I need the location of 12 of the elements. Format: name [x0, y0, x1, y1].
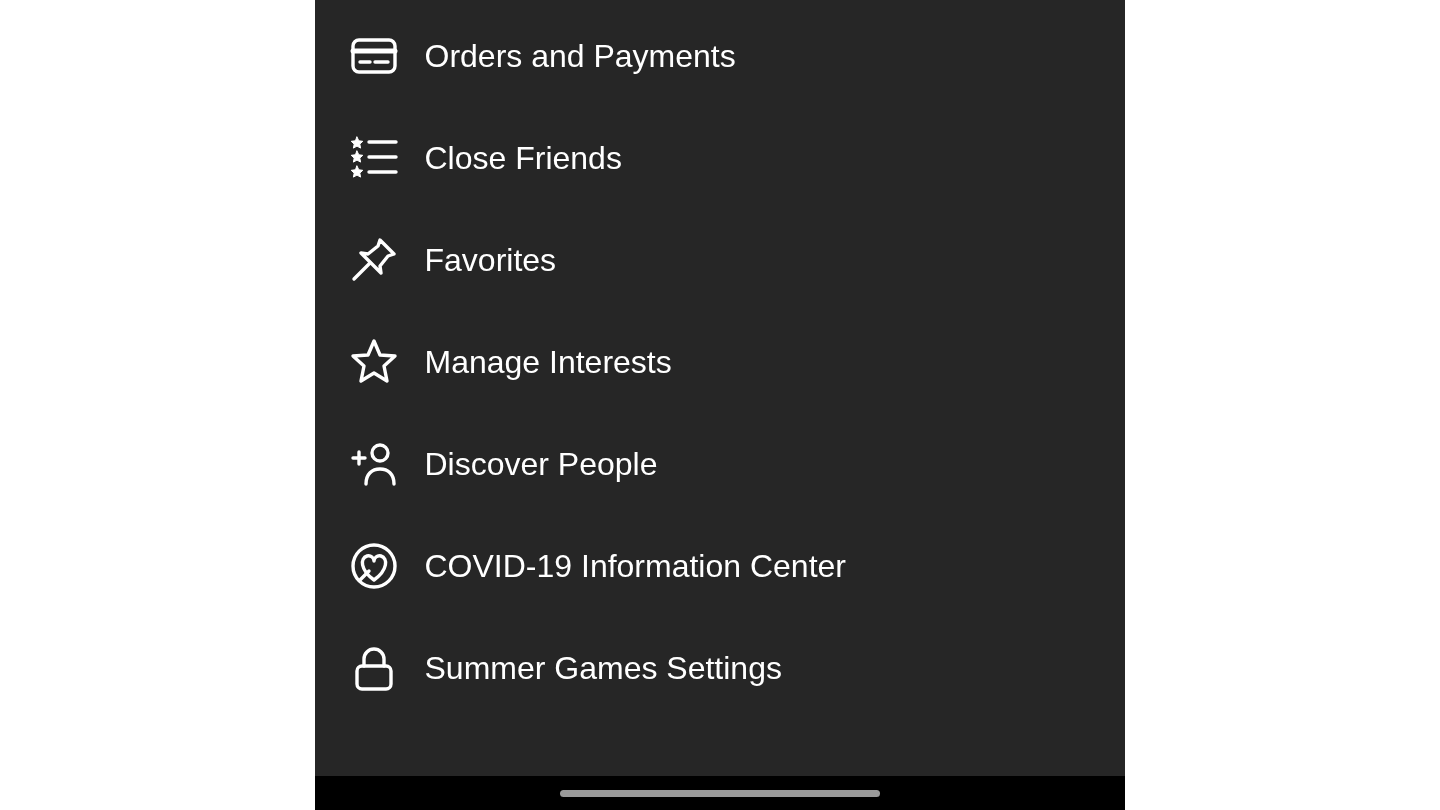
menu-item[interactable]: Close Friends [314, 107, 1125, 209]
menu-item[interactable]: Summer Games Settings [314, 617, 1125, 719]
home-indicator[interactable] [559, 789, 880, 797]
menu-item[interactable]: COVID-19 Information Center [314, 515, 1125, 617]
add-person-icon [349, 440, 398, 488]
menu-item[interactable]: Orders and Payments [314, 5, 1125, 107]
menu-item[interactable]: Favorites [314, 209, 1125, 311]
pin-icon [349, 236, 398, 284]
heart-circle-icon [349, 542, 398, 590]
menu-item[interactable]: Discover People [314, 413, 1125, 515]
star-icon [349, 338, 398, 386]
menu-item[interactable]: Manage Interests [314, 311, 1125, 413]
